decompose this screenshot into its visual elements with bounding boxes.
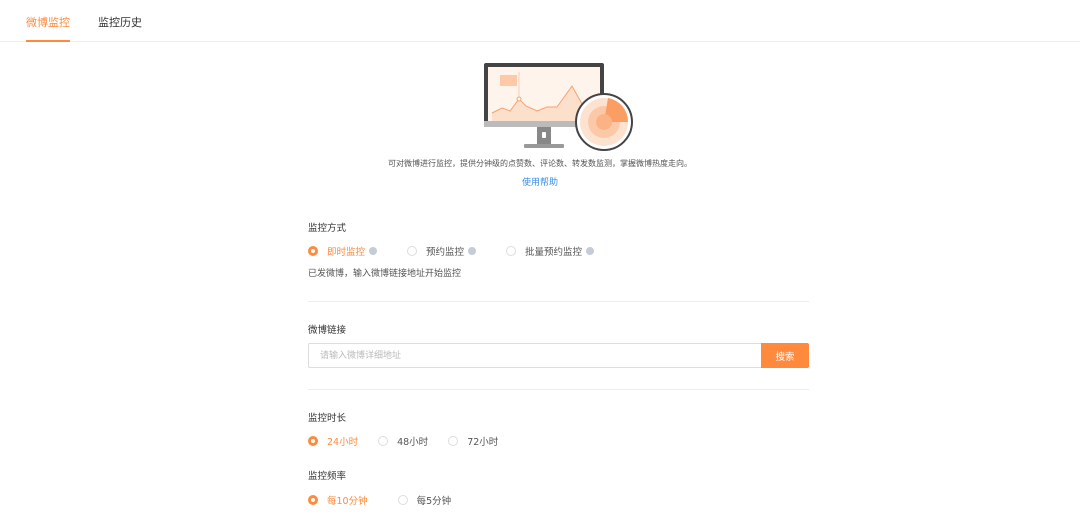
- weibo-link-input[interactable]: [308, 343, 762, 368]
- radio-label: 每10分钟: [327, 496, 368, 507]
- search-button[interactable]: 搜索: [761, 343, 809, 368]
- radio-dot: [308, 495, 318, 505]
- radio-label: 批量预约监控: [525, 247, 583, 258]
- active-tab-indicator: [26, 40, 70, 42]
- radio-label: 48小时: [397, 437, 429, 448]
- radio-label: 72小时: [467, 437, 499, 448]
- radio-label: 24小时: [327, 437, 359, 448]
- radio-dot: [407, 246, 418, 256]
- weibo-link-label: 微博链接: [308, 325, 347, 336]
- help-link[interactable]: 使用帮助: [0, 175, 1080, 188]
- radio-every-10min[interactable]: 每10分钟: [308, 493, 368, 507]
- info-icon[interactable]: [369, 247, 378, 255]
- duration-label: 监控时长: [308, 413, 347, 424]
- info-icon[interactable]: [468, 247, 477, 255]
- radio-dot: [378, 436, 389, 446]
- radio-label: 预约监控: [426, 247, 465, 258]
- radio-dot: [397, 495, 408, 505]
- radio-72h[interactable]: 72小时: [448, 434, 498, 448]
- monitor-mode-group: 即时监控 预约监控 批量预约监控: [308, 244, 624, 258]
- info-icon[interactable]: [586, 247, 595, 255]
- radio-instant-monitor[interactable]: 即时监控: [308, 244, 378, 258]
- radio-scheduled-monitor[interactable]: 预约监控: [407, 244, 477, 258]
- radio-dot: [506, 246, 517, 256]
- radio-48h[interactable]: 48小时: [378, 434, 428, 448]
- divider: [308, 389, 809, 390]
- radio-dot: [308, 246, 318, 256]
- radio-dot: [308, 436, 318, 446]
- radio-label: 每5分钟: [416, 496, 452, 507]
- frequency-group: 每10分钟 每5分钟: [308, 493, 481, 507]
- tab-monitor-history[interactable]: 监控历史: [98, 14, 142, 30]
- radio-dot: [448, 436, 459, 446]
- duration-group: 24小时 48小时 72小时: [308, 434, 528, 448]
- divider: [308, 301, 809, 302]
- monitor-mode-label: 监控方式: [308, 223, 347, 234]
- frequency-label: 监控频率: [308, 471, 347, 482]
- tab-bar: 微博监控 监控历史: [0, 0, 1080, 42]
- radio-label: 即时监控: [327, 247, 366, 258]
- monitor-illustration: [484, 63, 633, 151]
- radio-24h[interactable]: 24小时: [308, 434, 358, 448]
- monitor-mode-hint: 已发微博，输入微博链接地址开始监控: [308, 269, 462, 279]
- radio-every-5min[interactable]: 每5分钟: [397, 493, 452, 507]
- tab-weibo-monitor[interactable]: 微博监控: [26, 14, 70, 30]
- radio-batch-scheduled-monitor[interactable]: 批量预约监控: [506, 244, 595, 258]
- intro-description: 可对微博进行监控，提供分钟级的点赞数、评论数、转发数监测，掌握微博热度走向。: [388, 159, 692, 168]
